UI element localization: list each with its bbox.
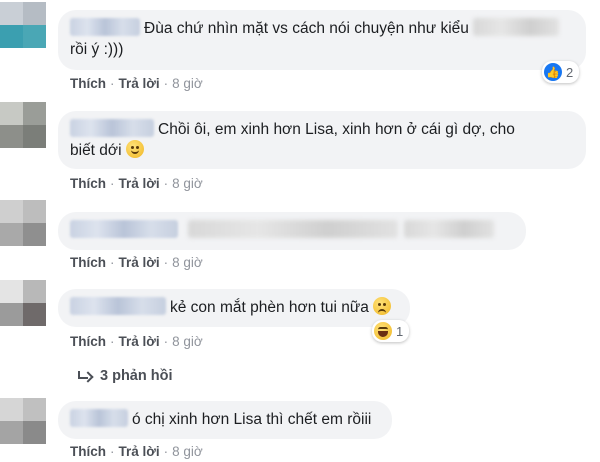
like-button[interactable]: Thích [70,76,106,91]
like-button[interactable]: Thích [70,176,106,191]
reaction-badge[interactable]: 1 [372,320,410,342]
comment-text: Chồi ôi, em xinh hơn Lisa, xinh hơn ở cá… [158,121,515,138]
timestamp[interactable]: 8 giờ [172,176,203,191]
timestamp[interactable]: 8 giờ [172,76,203,91]
reaction-count: 1 [396,323,404,339]
author-name[interactable] [70,297,166,315]
reply-button[interactable]: Trả lời [119,255,160,270]
like-button[interactable]: Thích [70,444,106,459]
sad-emoji-icon [373,297,392,315]
blurred-text [188,220,398,238]
avatar[interactable] [0,200,46,246]
avatar[interactable] [0,398,46,444]
comment-bubble: Chồi ôi, em xinh hơn Lisa, xinh hơn ở cá… [58,111,586,169]
comment-bubble: Đùa chứ nhìn mặt vs cách nói chuyện như … [58,10,586,70]
reply-button[interactable]: Trả lời [119,444,160,459]
view-replies-link[interactable]: 3 phản hồi [78,368,173,384]
blurred-text [472,18,559,36]
author-name[interactable] [70,119,154,137]
comment-text: ó chị xinh hơn Lisa thì chết em rồiii [132,411,372,428]
reply-button[interactable]: Trả lời [119,334,160,349]
reply-button[interactable]: Trả lời [119,176,160,191]
reply-button[interactable]: Trả lời [119,76,160,91]
comment-actions: Thích · Trả lời · 8 giờ [70,76,203,91]
comment-actions: Thích · Trả lời · 8 giờ [70,444,203,459]
comment-bubble: ó chị xinh hơn Lisa thì chết em rồiii [58,401,392,439]
blurred-text [404,220,494,238]
comment-actions: Thích · Trả lời · 8 giờ [70,255,203,270]
comment-text-line2: rồi ý :))) [70,41,124,58]
like-button[interactable]: Thích [70,255,106,270]
reaction-count: 2 [566,64,574,80]
timestamp[interactable]: 8 giờ [172,255,203,270]
timestamp[interactable]: 8 giờ [172,444,203,459]
avatar[interactable] [0,102,46,148]
comment-text: kẻ con mắt phèn hơn tui nữa [170,299,369,316]
reaction-badge[interactable]: 👍 2 [542,61,580,83]
smile-emoji-icon [125,140,144,158]
comment-text: Đùa chứ nhìn mặt vs cách nói chuyện như … [144,20,469,37]
comment-bubble [58,212,526,250]
avatar[interactable] [0,280,46,326]
comment-text-line2: biết dới [70,142,122,159]
comment-actions: Thích · Trả lời · 8 giờ [70,334,203,349]
thumbs-up-icon: 👍 [544,63,562,81]
author-name[interactable] [70,220,178,238]
timestamp[interactable]: 8 giờ [172,334,203,349]
comment-bubble: kẻ con mắt phèn hơn tui nữa [58,289,410,327]
replies-count-label: 3 phản hồi [100,368,173,384]
like-button[interactable]: Thích [70,334,106,349]
comment-actions: Thích · Trả lời · 8 giờ [70,176,203,191]
avatar[interactable] [0,2,46,48]
author-name[interactable] [70,409,128,427]
reply-arrow-icon [78,371,90,381]
author-name[interactable] [70,18,140,36]
haha-reaction-icon [374,322,392,340]
